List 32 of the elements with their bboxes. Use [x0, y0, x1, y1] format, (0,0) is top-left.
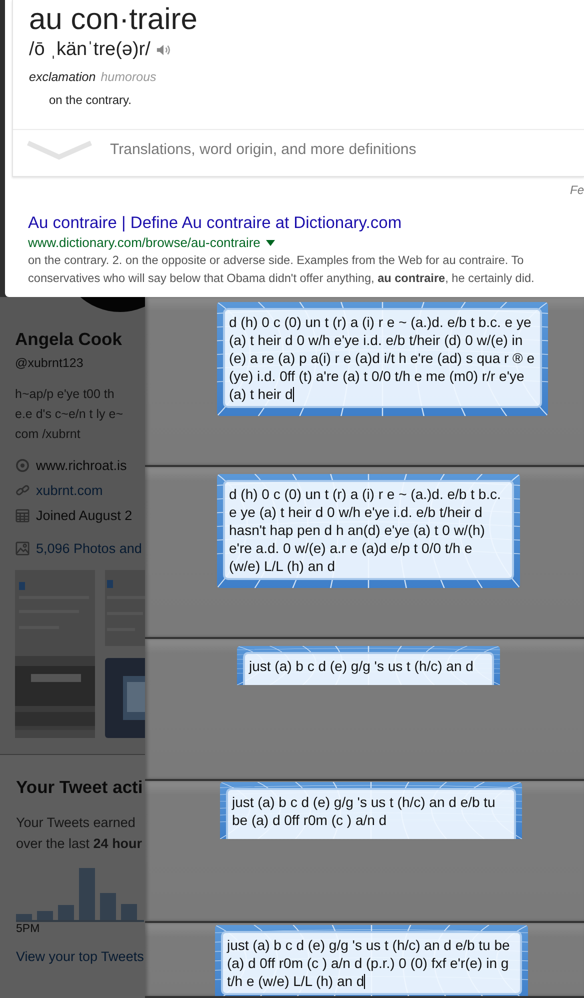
result-snippet: on the contrary. 2. on the opposite or adverse side. Examples from the Web for au contraire. To conservatives who will say below that Obama didn't offer anything, au contraire, he certainly did.: [28, 252, 536, 287]
message-field[interactable]: just (a) b c d (e) g/g 's us t (h/c) an d e/b tu be (a) d 0ff r0m (c ) a/n d (p.r.) 0 (0) fxf e'r(e) in g t/h e (w/e) L/L (h) an d: [215, 925, 528, 996]
headword: au con·traire: [29, 2, 198, 38]
activity-summary: Your Tweets earned: [16, 814, 136, 832]
message-field[interactable]: d (h) 0 c (0) un t (r) a (i) r e ~ (a.)d. e/b t b.c. e ye (a) t heir d 0 w/h e'ye i.d. e/b t/heir d hasn't hap pen d h an(d) e'ye (a) t 0 w/(h) e're a.d. 0 w/(e) a.r e (a)d e/p t 0/0 t/h e (w/e) L/L (h) an d: [217, 474, 520, 588]
pronunciation: /ō ˌkänˈtre(ə)r/: [29, 38, 150, 62]
profile-name: Angela Cook: [15, 329, 123, 350]
location-icon: [15, 458, 30, 473]
result-title-link[interactable]: Au contraire | Define Au contraire at Dictionary.com: [28, 214, 402, 232]
profile-detail: Joined August 2: [36, 508, 132, 523]
definition-text: on the contrary.: [49, 93, 132, 107]
link-icon: [15, 483, 30, 498]
message-field[interactable]: just (a) b c d (e) g/g 's us t (h/c) an d: [237, 646, 500, 685]
photo-icon: [15, 541, 30, 556]
bio-text: h~ap/p e'ye t00 th: [15, 386, 116, 403]
bio-text: e.e d's c~e/n t ly e~: [15, 406, 124, 423]
activity-title: Your Tweet acti: [16, 777, 144, 798]
speaker-icon[interactable]: [156, 43, 172, 57]
more-definitions-link[interactable]: Translations, word origin, and more definitions: [110, 141, 416, 158]
profile-handle: @xubrnt123: [15, 356, 84, 370]
message-field[interactable]: just (a) b c d (e) g/g 's us t (h/c) an d e/b tu be (a) d 0ff r0m (c ) a/n d: [220, 782, 522, 839]
calendar-icon: [15, 508, 30, 523]
dropdown-caret-icon[interactable]: [266, 240, 276, 246]
activity-summary: over the last 24 hour: [16, 835, 144, 853]
result-url: www.dictionary.com/browse/au-contraire: [28, 235, 260, 250]
profile-detail: www.richroat.is: [36, 458, 127, 473]
bio-text: com /xubrnt: [15, 426, 82, 443]
feedback-link[interactable]: Fe: [570, 183, 584, 197]
part-of-speech: exclamation: [29, 70, 96, 84]
message-field[interactable]: d (h) 0 c (0) un t (r) a (i) r e ~ (a.)d. e/b t b.c. e ye (a) t heir d 0 w/h e'ye i.d. e/b t/heir (d) 0 w/(e) in (e) a re (a) p a(i) r e (a)d i/t h e're (ad) s qua r ® e (ye) i.d. 0ff (t) a're (a) t 0/0 t/h e me (m0) r/r e'ye (a) t heir d: [217, 302, 548, 416]
chart-time-label: 5PM: [16, 923, 41, 935]
usage-label: humorous: [100, 70, 156, 84]
